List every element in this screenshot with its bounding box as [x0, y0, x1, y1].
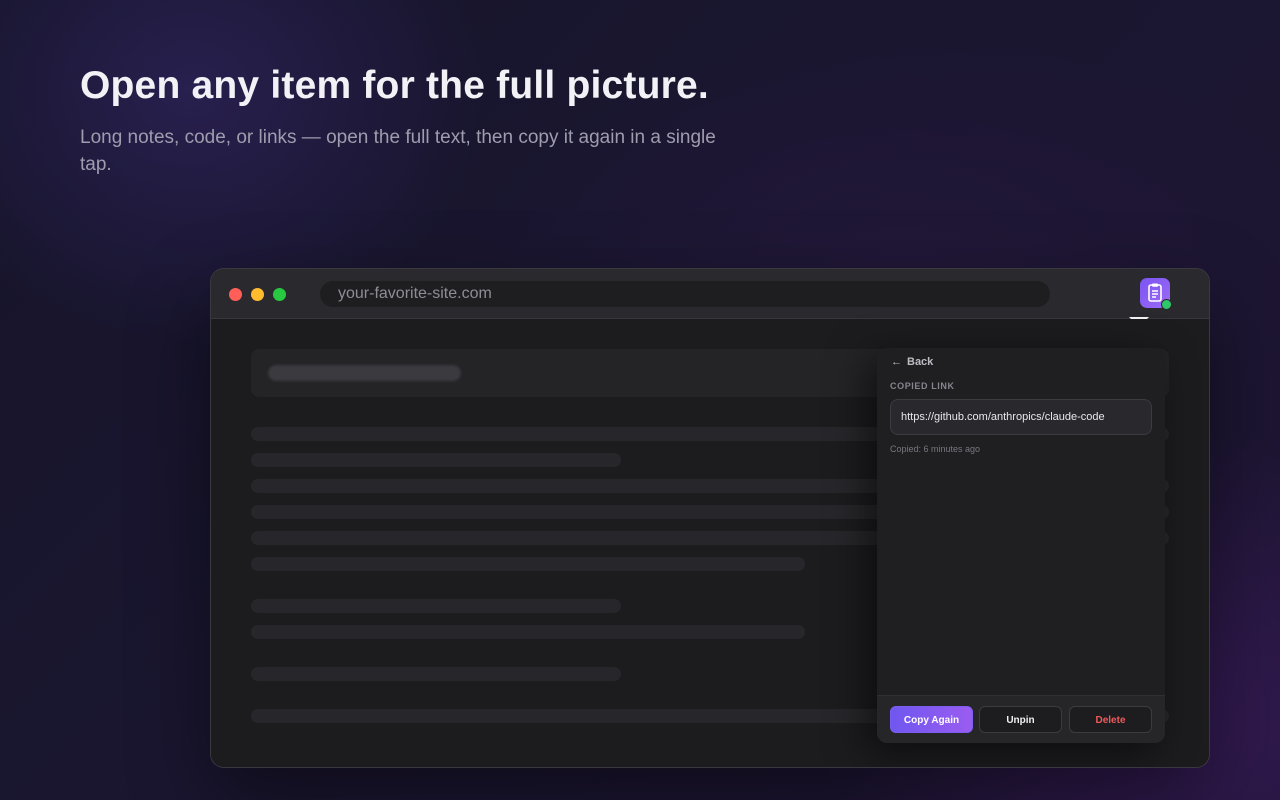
- placeholder-title: [268, 365, 461, 381]
- hero-title: Open any item for the full picture.: [80, 64, 709, 107]
- close-window-button[interactable]: [229, 288, 242, 301]
- clipboard-detail-popup: ← Back COPIED LINK https://github.com/ant…: [877, 348, 1165, 743]
- back-button[interactable]: ← Back: [891, 356, 933, 368]
- check-badge-icon: [1161, 299, 1172, 310]
- popup-action-bar: Copy Again Unpin Delete: [877, 695, 1165, 743]
- section-label: COPIED LINK: [890, 381, 955, 391]
- address-bar[interactable]: your-favorite-site.com: [320, 281, 1050, 307]
- page-content: ← Back COPIED LINK https://github.com/ant…: [211, 319, 1209, 767]
- unpin-button[interactable]: Unpin: [979, 706, 1062, 733]
- maximize-window-button[interactable]: [273, 288, 286, 301]
- copy-again-button[interactable]: Copy Again: [890, 706, 973, 733]
- placeholder-line: [251, 667, 621, 681]
- placeholder-line: [251, 599, 621, 613]
- clipboard-extension-button[interactable]: [1140, 278, 1172, 310]
- back-label: Back: [907, 356, 934, 368]
- hero-subtitle: Long notes, code, or links — open the fu…: [80, 127, 716, 175]
- placeholder-line: [251, 625, 805, 639]
- copied-timestamp: Copied: 6 minutes ago: [890, 444, 981, 454]
- browser-window: your-favorite-site.com ← Back COPIED LIN…: [210, 268, 1210, 768]
- placeholder-line: [251, 453, 621, 467]
- delete-button[interactable]: Delete: [1069, 706, 1152, 733]
- browser-titlebar: your-favorite-site.com: [211, 269, 1209, 319]
- back-arrow-icon: ←: [891, 356, 902, 368]
- placeholder-line: [251, 557, 805, 571]
- copied-link-text[interactable]: https://github.com/anthropics/claude-cod…: [890, 399, 1152, 435]
- minimize-window-button[interactable]: [251, 288, 264, 301]
